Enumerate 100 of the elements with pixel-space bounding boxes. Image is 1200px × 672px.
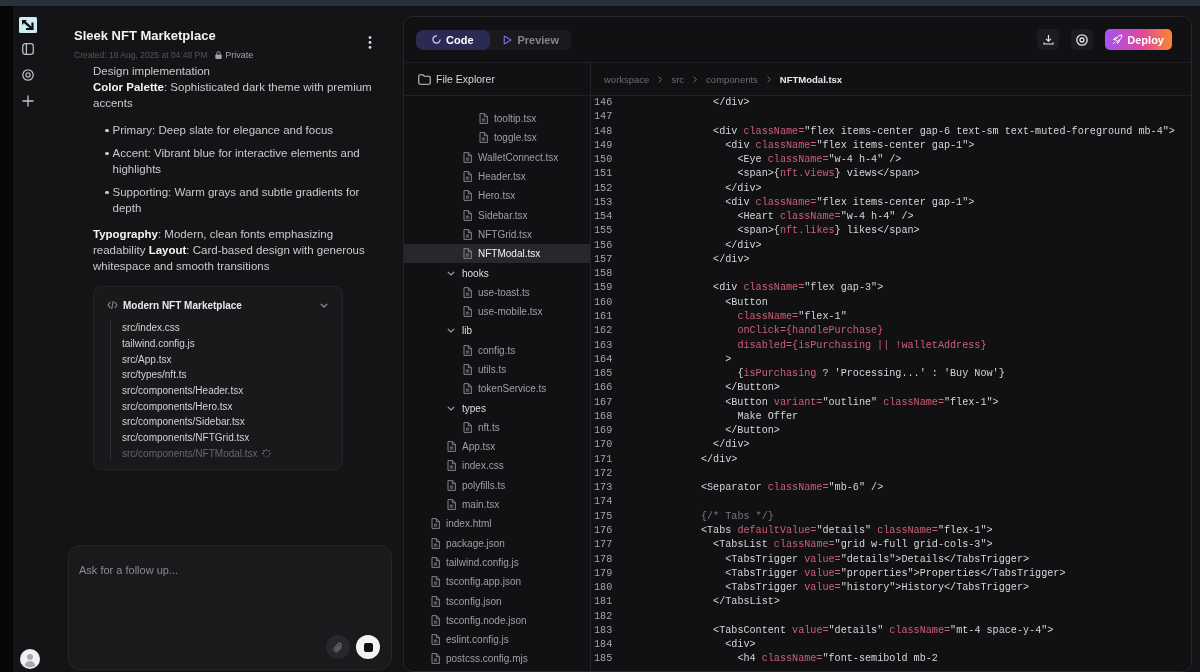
line-number: 177 <box>594 538 613 553</box>
code-line: <TabsTrigger value="properties">Properties</TabsTrigger> <box>725 567 1066 579</box>
deploy-button[interactable]: Deploy <box>1105 29 1172 50</box>
code-line: <TabsContent value="details" className="mt-4 space-y-4"> <box>713 624 1054 636</box>
folder-item[interactable]: hooks <box>447 263 489 283</box>
file-path: tailwind.config.js <box>122 338 195 350</box>
code-line: </div> <box>725 239 762 251</box>
file-item[interactable]: utils.ts <box>463 359 507 380</box>
file-item[interactable]: Hero.tsx <box>463 186 516 206</box>
tab[interactable]: Preview <box>490 29 572 50</box>
chevron-right-icon <box>658 75 663 83</box>
tab[interactable]: Code <box>416 29 491 50</box>
file-item[interactable]: package.json <box>431 533 505 553</box>
file-item[interactable]: NFTModal.tsx <box>404 244 590 264</box>
line-number: 176 <box>594 523 613 538</box>
target-button[interactable] <box>1071 29 1094 50</box>
code-line: <h4 className="font-semibold mb-2 <box>737 653 938 665</box>
code-line: <TabsTrigger value="history">History</TabsTrigger> <box>725 582 1030 594</box>
code-line: {isPurchasing ? 'Processing...' : 'Buy Now'} <box>737 368 1005 380</box>
file-item[interactable]: Header.tsx <box>463 166 526 187</box>
file-item[interactable]: WalletConnect.tsx <box>463 147 559 167</box>
file-icon <box>463 421 472 433</box>
code-line: disabled={isPurchasing || !walletAddress} <box>737 339 987 351</box>
file-path: src/components/NFTModal.tsx <box>122 447 258 459</box>
file-item[interactable]: NFTGrid.tsx <box>463 224 532 245</box>
code-line: </div> <box>725 182 762 194</box>
line-number: 185 <box>594 652 613 667</box>
file-icon <box>463 383 472 395</box>
line-number: 157 <box>594 252 613 267</box>
chevron-right-icon <box>693 75 698 83</box>
breadcrumb-item[interactable]: workspace <box>604 73 650 85</box>
breadcrumb-item[interactable]: components <box>706 73 758 85</box>
line-number: 150 <box>594 153 613 168</box>
avatar-icon[interactable] <box>20 649 40 669</box>
download-button[interactable] <box>1037 29 1060 50</box>
lock-icon <box>215 50 223 59</box>
line-number: 151 <box>594 167 613 182</box>
line-number: 167 <box>594 395 613 410</box>
file-item[interactable]: eslint.config.js <box>431 630 509 650</box>
line-number: 148 <box>594 124 613 139</box>
visibility-label: Private <box>225 49 254 60</box>
bullet-icon <box>105 151 109 155</box>
file-item[interactable]: App.tsx <box>447 437 496 457</box>
file-item[interactable]: Sidebar.tsx <box>463 205 528 225</box>
stop-icon <box>363 642 373 652</box>
more-icon[interactable] <box>368 36 372 49</box>
line-number: 168 <box>594 409 613 424</box>
folder-icon <box>418 73 431 85</box>
chevron-down-icon <box>447 405 455 411</box>
file-item[interactable]: postcss.config.mjs <box>431 649 528 669</box>
line-number: 173 <box>594 481 613 496</box>
line-number: 174 <box>594 495 613 510</box>
file-item[interactable]: tsconfig.app.json <box>431 572 522 592</box>
code-line: className="flex-1" <box>737 311 847 322</box>
file-item[interactable]: tsconfig.node.json <box>431 610 527 630</box>
code-line: Make Offer <box>737 410 799 422</box>
file-item[interactable]: toggle.tsx <box>479 128 537 148</box>
file-item[interactable]: nft.ts <box>463 417 500 438</box>
composer-field[interactable]: Ask for a follow up... <box>68 545 392 670</box>
plus-icon[interactable] <box>22 95 34 107</box>
code-line: {/* Tabs */} <box>700 510 774 522</box>
file-icon <box>431 614 440 626</box>
sidebar-icon[interactable] <box>22 43 34 55</box>
file-icon <box>463 151 472 163</box>
file-item[interactable]: use-toast.ts <box>463 282 530 302</box>
file-item[interactable]: tailwind.config.js <box>431 552 519 573</box>
line-number: 172 <box>594 466 613 481</box>
list-item-text: Supporting: Warm grays and subtle gradients for depth <box>112 185 361 216</box>
code-line: <div className="flex items-center gap-1"> <box>725 196 975 208</box>
code-line: <Eye className="w-4 h-4" /> <box>737 154 902 166</box>
chevron-down-icon[interactable] <box>320 302 328 308</box>
breadcrumb-item[interactable]: src <box>671 73 685 85</box>
breadcrumb-item[interactable]: NFTModal.tsx <box>779 73 843 85</box>
target-icon[interactable] <box>22 69 34 81</box>
code-line: <div className="flex gap-3"> <box>713 282 884 294</box>
stop-button[interactable] <box>356 635 380 659</box>
folder-item[interactable]: lib <box>447 321 472 341</box>
line-number: 170 <box>594 438 613 453</box>
message-input[interactable]: Ask for a follow up... <box>79 562 379 618</box>
line-number: 165 <box>594 367 613 382</box>
message-paragraph: Typography: Modern, clean fonts emphasizing readability Layout: Card-based design with generous whitespace and smooth transitions <box>93 227 366 274</box>
file-item[interactable]: use-mobile.tsx <box>463 301 543 322</box>
file-item[interactable]: tooltip.tsx <box>479 109 537 129</box>
file-item[interactable]: main.tsx <box>447 494 500 515</box>
file-item[interactable]: polyfills.ts <box>447 475 506 495</box>
logo-icon[interactable] <box>19 17 37 33</box>
file-item[interactable]: index.css <box>447 456 504 476</box>
file-item[interactable]: tokenService.ts <box>463 379 547 399</box>
line-number: 147 <box>594 110 613 125</box>
line-number: 161 <box>594 310 613 324</box>
explorer-title: File Explorer <box>436 73 495 85</box>
file-path: src/components/Hero.tsx <box>122 400 233 412</box>
folder-item[interactable]: types <box>447 398 486 418</box>
file-item[interactable]: tsconfig.json <box>431 591 502 611</box>
attach-button[interactable] <box>326 635 350 659</box>
file-item[interactable]: index.html <box>431 514 492 534</box>
project-title: Sleek NFT Marketplace <box>74 28 217 44</box>
code-line: <span>{nft.likes} likes</span> <box>737 225 920 237</box>
file-item[interactable]: config.ts <box>463 340 516 360</box>
spinner-icon <box>432 35 441 44</box>
